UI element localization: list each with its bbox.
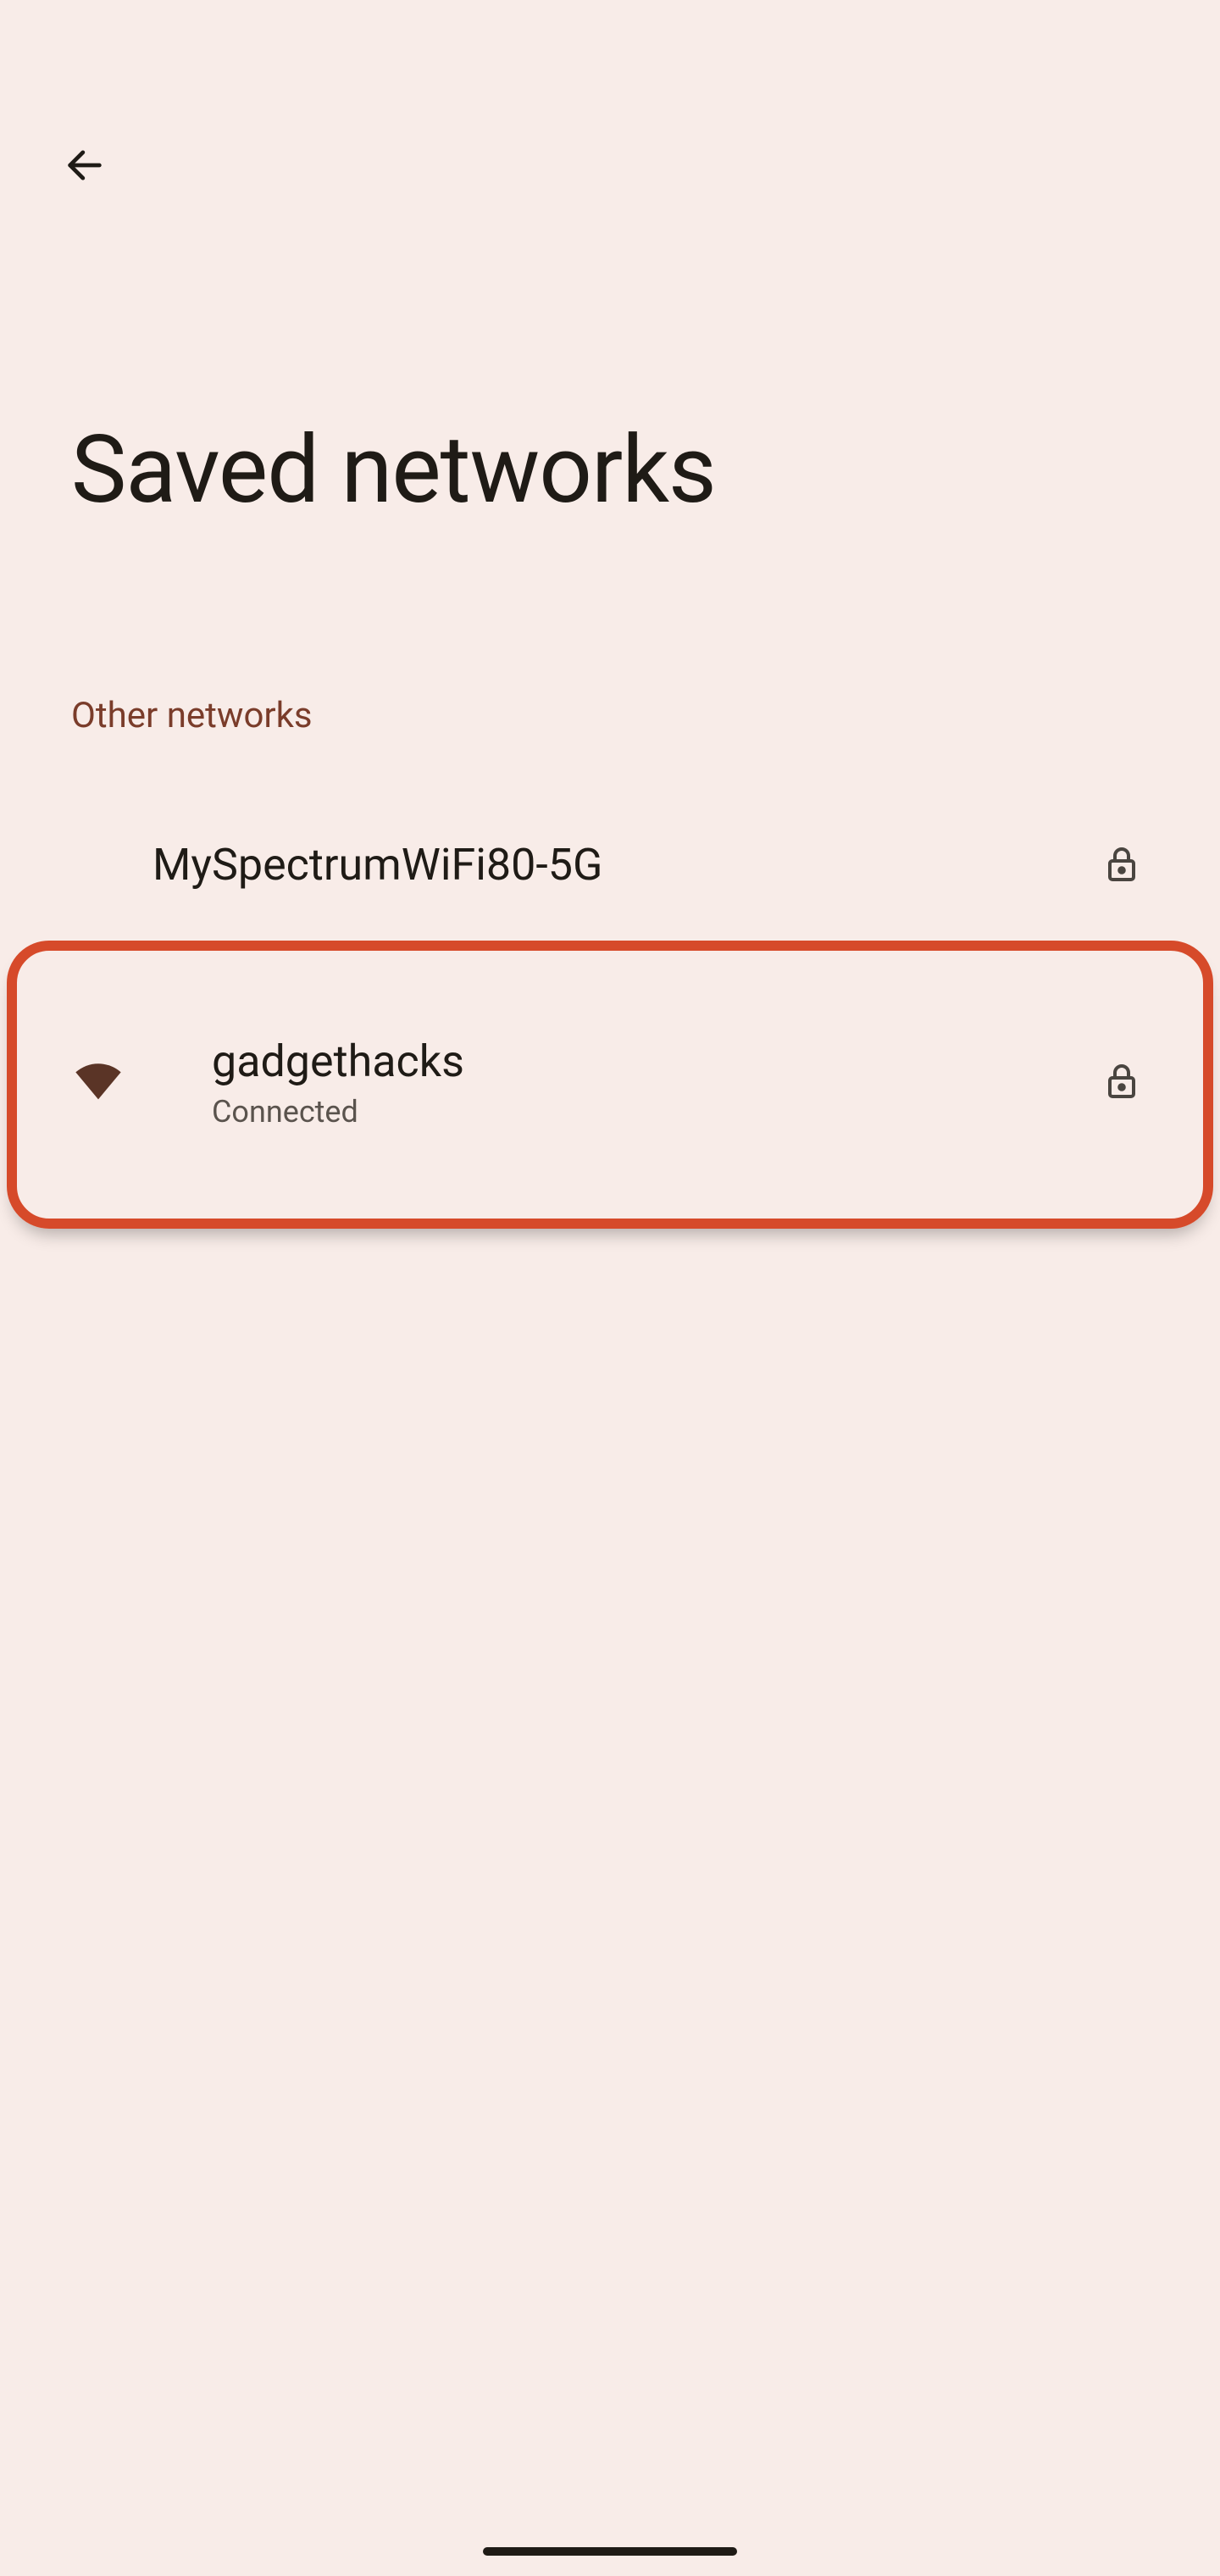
network-status: Connected [212,1094,1095,1130]
section-header-other-networks: Other networks [71,695,313,736]
network-list: MySpectrumWiFi80-5G gadgethacks Connecte… [0,788,1220,1208]
lock-icon [1095,1061,1149,1102]
arrow-back-icon [63,143,107,190]
network-ssid: MySpectrumWiFi80-5G [152,837,1095,892]
back-button[interactable] [54,136,115,197]
gesture-bar [483,2547,737,2556]
network-ssid: gadgethacks [212,1034,1095,1089]
network-item-connected[interactable]: gadgethacks Connected [0,954,1220,1208]
network-label-block: MySpectrumWiFi80-5G [152,837,1095,892]
page-title: Saved networks [71,415,716,525]
lock-icon [1095,844,1149,885]
network-item[interactable]: MySpectrumWiFi80-5G [0,788,1220,941]
network-label-block: gadgethacks Connected [152,1034,1095,1130]
wifi-signal-icon [71,1054,152,1108]
